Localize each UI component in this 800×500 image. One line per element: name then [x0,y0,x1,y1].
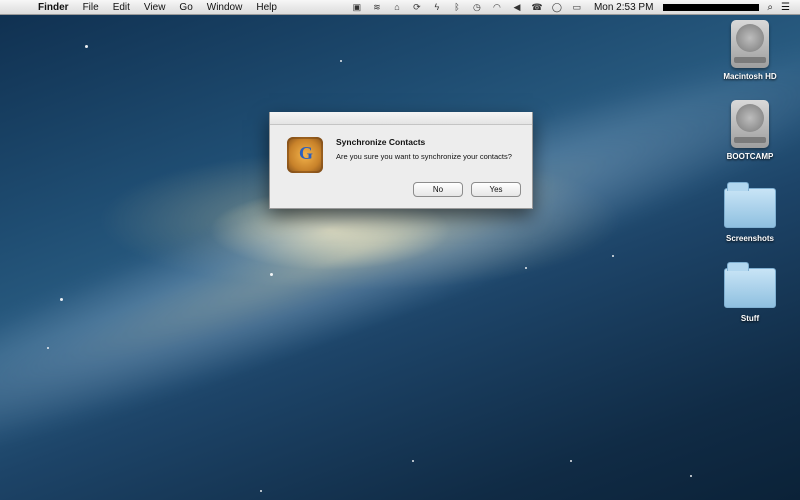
star [340,60,342,62]
bluetooth-icon[interactable]: ᛒ [450,2,464,12]
menu-clock[interactable]: Mon 2:53 PM [594,2,653,13]
desktop-item-label: Screenshots [725,234,775,243]
desktop-item-label: BOOTCAMP [726,152,774,161]
battery-icon[interactable]: ▭ [570,2,584,13]
desktop-item-label: Stuff [740,314,760,323]
sync-icon[interactable]: ⟳ [410,2,424,13]
star [270,273,273,276]
dialog-title-strip [270,112,532,125]
hard-drive-icon [731,20,769,68]
hard-drive-icon [731,100,769,148]
volume-icon[interactable]: ◀ [510,2,524,13]
lightning-icon[interactable]: ϟ [430,2,444,12]
contacts-sync-app-icon: G [287,137,323,173]
menu-finder[interactable]: Finder [38,2,69,13]
phone-icon[interactable]: ☎ [530,2,544,13]
star [690,475,692,477]
dialog-message: Are you sure you want to synchronize you… [336,152,512,161]
no-button[interactable]: No [413,182,463,197]
star [260,490,262,492]
wifi-icon[interactable]: ◠ [490,2,504,13]
star [570,460,572,462]
desktop-item-screenshots[interactable]: Screenshots [710,182,790,243]
star [85,45,88,48]
folder-icon [724,262,776,308]
menu-go[interactable]: Go [179,2,192,13]
desktop-item-macintosh-hd[interactable]: Macintosh HD [710,20,790,81]
desktop-item-label: Macintosh HD [723,72,777,81]
spotlight-icon[interactable]: ⌕ [767,2,773,13]
app-status-icon[interactable]: ▣ [350,2,364,13]
airplay-icon[interactable]: ⌂ [390,2,404,12]
desktop-item-bootcamp[interactable]: BOOTCAMP [710,100,790,161]
airplay-like-icon[interactable]: ≋ [370,2,384,13]
notification-list-icon[interactable]: ☰ [781,2,790,13]
menu-window[interactable]: Window [207,2,243,13]
star [60,298,63,301]
user-name-redacted[interactable] [663,3,760,11]
star [412,460,414,462]
time-machine-icon[interactable]: ◷ [470,2,484,13]
menu-edit[interactable]: Edit [113,2,130,13]
menu-file[interactable]: File [83,2,99,13]
synchronize-contacts-dialog: G Synchronize Contacts Are you sure you … [269,112,533,209]
dialog-title: Synchronize Contacts [336,137,426,147]
desktop-item-stuff[interactable]: Stuff [710,262,790,323]
chat-icon[interactable]: ◯ [550,2,564,13]
star [525,267,527,269]
menu-help[interactable]: Help [256,2,277,13]
star [612,255,614,257]
yes-button[interactable]: Yes [471,182,521,197]
folder-icon [724,182,776,228]
app-icon-glyph: G [299,143,314,163]
menu-extras: ▣ ≋ ⌂ ⟳ ϟ ᛒ ◷ ◠ ◀ ☎ ◯ ▭ Mon 2:53 PM ⌕ ☰ [350,0,800,14]
menu-bar: Finder File Edit View Go Window Help ▣ ≋… [0,0,800,15]
galaxy-wallpaper [0,0,800,464]
star [47,347,49,349]
menu-view[interactable]: View [144,2,166,13]
